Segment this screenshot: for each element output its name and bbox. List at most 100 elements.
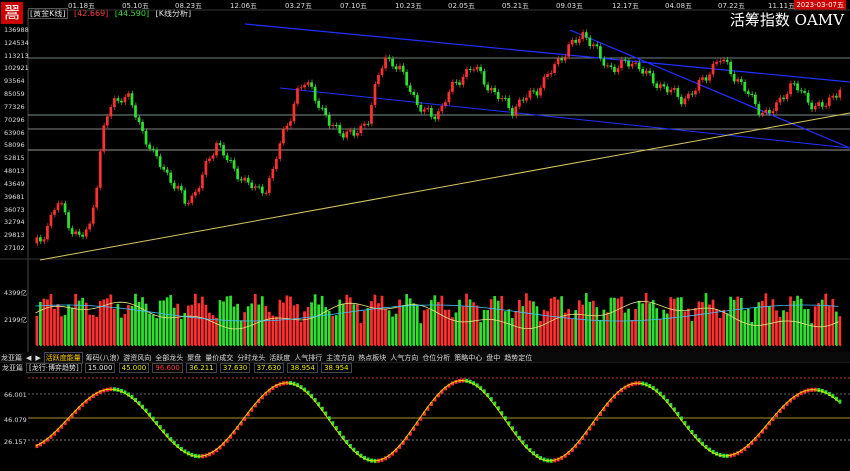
candle [732,74,736,82]
volume-bar [98,301,102,345]
volume-bar [493,296,497,345]
tab-item[interactable]: 策略中心 [453,353,483,363]
candle [715,61,718,64]
candle [609,65,613,67]
volume-tick-label: 2199亿 [4,316,28,324]
candle [694,90,697,95]
candle [775,102,778,112]
volume-bar [627,308,630,345]
candle [348,130,352,132]
candle [560,58,563,61]
candle [750,93,754,95]
tab-item[interactable]: 人气排行 [293,353,323,363]
candle [394,66,398,70]
price-tick-label: 113213 [4,51,29,60]
tab-item[interactable]: 全部龙头 [154,353,184,363]
volume-bar [186,305,190,345]
volume-bar [109,294,113,345]
candle [782,97,785,100]
volume-bar [630,319,634,345]
volume-bar [363,310,366,345]
tab-item[interactable]: ◀ [25,354,32,362]
candle [98,151,102,188]
candle [275,158,278,170]
tab-item[interactable]: 人气方向 [389,353,419,363]
candle [260,186,264,194]
candle [574,39,578,43]
candle [53,210,56,215]
volume-bar [697,301,701,345]
candle [820,102,824,107]
volume-bar [310,302,313,345]
candle [827,97,831,106]
ind-val-3: 36.211 [186,363,217,373]
tab-item[interactable]: 主流方向 [325,353,355,363]
volume-bar [70,307,74,345]
tab-item[interactable]: 热点板块 [357,353,387,363]
candle [581,32,585,39]
price-tick-label: 102921 [4,64,29,73]
volume-bar [67,304,70,345]
volume-bar [144,303,148,345]
tab-item[interactable]: ▶ [34,354,41,362]
volume-bar [796,295,799,345]
volume-bar [401,305,405,345]
price-tick-label: 32794 [4,218,25,227]
candle [408,85,412,92]
candle [366,123,370,125]
candle [405,71,409,86]
candle [433,116,437,120]
volume-bar [539,320,542,345]
tab-item[interactable]: 盘中 [485,353,501,363]
candle [680,96,683,105]
candle [803,90,806,93]
candle [377,74,380,85]
volume-bar [458,299,461,345]
candle [496,92,500,99]
tab-item[interactable]: 聚盘 [186,353,202,363]
volume-bar [405,294,409,345]
candle [542,76,546,88]
candle [239,179,243,181]
volume-bar [820,299,824,345]
candle [697,79,701,91]
candle [215,143,218,156]
volume-bar [444,309,447,345]
candle [796,83,799,91]
candle [345,131,349,138]
tab-item[interactable]: 筹码(八浪) [85,353,120,363]
candle [165,169,169,173]
volume-bar [669,297,673,345]
volume-bar [570,318,574,345]
candle [338,125,342,134]
trendline-support [39,112,850,261]
candle [151,148,155,150]
tab-item[interactable]: 游资风向 [122,353,152,363]
candle [753,94,757,105]
tab-item[interactable]: 活跃度 [268,353,291,363]
volume-bar [518,299,521,345]
candle [271,169,275,179]
candle [475,66,479,70]
volume-bar [803,309,806,345]
tab-item[interactable]: 趋势定位 [503,353,533,363]
volume-bar [116,303,120,345]
tab-item[interactable]: 量价成交 [204,353,234,363]
candle [179,186,183,191]
tab-item[interactable]: 分时龙头 [236,353,266,363]
price-tick-label: 36073 [4,205,25,214]
main-chart[interactable] [0,0,850,471]
candle [384,57,387,69]
candle [299,87,303,89]
candle [74,231,77,235]
volume-bar [267,311,271,345]
tab-item[interactable]: 仓位分析 [421,353,451,363]
tab-item[interactable]: 龙亚篇 [0,353,23,363]
volume-bar [757,302,761,345]
candle [725,59,729,62]
candle [500,97,504,99]
volume-bar [694,307,697,345]
volume-bar [172,307,176,345]
volume-bar [49,294,53,345]
volume-bar [162,300,166,345]
